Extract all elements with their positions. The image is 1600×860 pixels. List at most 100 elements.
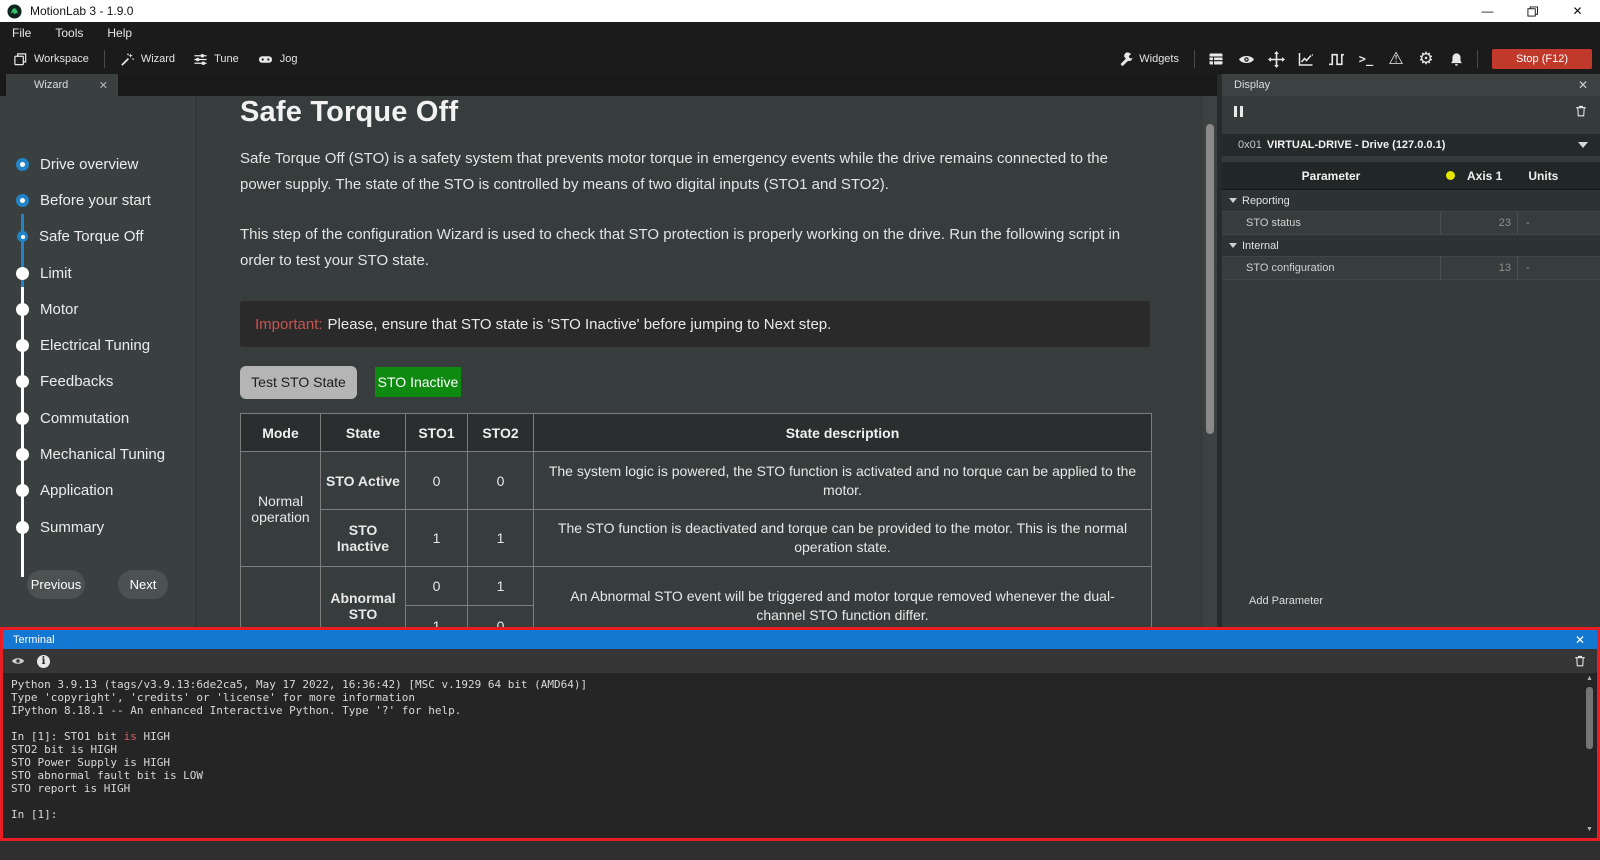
axis-status-dot xyxy=(1446,171,1455,180)
header-state: State xyxy=(321,414,406,452)
terminal-title: Terminal xyxy=(13,634,1575,646)
gear-icon[interactable]: ⚙ xyxy=(1411,46,1441,72)
sidebar-item-motor[interactable]: Motor xyxy=(0,291,195,327)
step-bullet xyxy=(16,484,29,497)
test-sto-state-button[interactable]: Test STO State xyxy=(240,366,357,399)
console-line: Python 3.9.13 (tags/v3.9.13:6de2ca5, May… xyxy=(11,678,1597,691)
mode-cell xyxy=(241,567,321,628)
display-panel-header: Display ✕ xyxy=(1222,74,1600,96)
console-line-blank xyxy=(11,795,1597,808)
device-address: 0x01 xyxy=(1238,139,1262,151)
console-line: STO Power Supply is HIGH xyxy=(11,756,1597,769)
state-cell: STO Inactive xyxy=(321,510,406,567)
sto2-cell: 0 xyxy=(468,606,534,628)
tab-wizard[interactable]: Wizard ✕ xyxy=(6,74,118,96)
tune-button[interactable]: Tune xyxy=(184,46,248,72)
column-axis: Axis 1 xyxy=(1467,169,1502,183)
eye-widget-icon[interactable] xyxy=(1231,46,1261,72)
previous-button[interactable]: Previous xyxy=(27,570,85,599)
scrollbar-thumb[interactable] xyxy=(1586,687,1593,749)
gamepad-icon xyxy=(257,52,274,67)
menu-help[interactable]: Help xyxy=(95,22,144,44)
warning-widget-icon[interactable]: ⚠ xyxy=(1381,46,1411,72)
trash-icon[interactable] xyxy=(1574,104,1588,118)
terminal-header[interactable]: Terminal ✕ xyxy=(3,630,1597,649)
header-mode: Mode xyxy=(241,414,321,452)
bell-icon[interactable] xyxy=(1441,46,1471,72)
sidebar-item-electrical-tuning[interactable]: Electrical Tuning xyxy=(0,327,195,363)
info-icon[interactable]: i xyxy=(37,655,50,668)
scrollbar-thumb[interactable] xyxy=(1206,124,1214,434)
scroll-up-icon[interactable]: ▲ xyxy=(1583,673,1596,685)
workspace-icon xyxy=(13,52,28,67)
description-cell: The system logic is powered, the STO fun… xyxy=(534,452,1152,510)
restore-button[interactable] xyxy=(1510,0,1555,22)
terminal-close-icon[interactable]: ✕ xyxy=(1575,633,1585,647)
group-reporting[interactable]: Reporting xyxy=(1222,190,1600,212)
step-bullet xyxy=(16,303,29,316)
state-cell: Abnormal STO xyxy=(321,567,406,628)
sidebar-item-safe-torque-off[interactable]: Safe Torque Off xyxy=(0,219,195,255)
parameter-value: 13 xyxy=(1440,257,1517,279)
terminal-widget-icon[interactable]: >_ xyxy=(1351,46,1381,72)
sto1-cell: 1 xyxy=(406,510,468,567)
menu-file[interactable]: File xyxy=(0,22,43,44)
minimize-button[interactable]: — xyxy=(1465,0,1510,22)
table-row: Normal operation STO Active 0 0 The syst… xyxy=(241,452,1152,510)
tab-close-icon[interactable]: ✕ xyxy=(99,79,108,92)
terminal-trash-icon[interactable] xyxy=(1573,654,1587,668)
sidebar-item-summary[interactable]: Summary xyxy=(0,509,195,545)
sidebar-item-application[interactable]: Application xyxy=(0,473,195,509)
console-line: STO2 bit is HIGH xyxy=(11,743,1597,756)
workspace-button[interactable]: Workspace xyxy=(4,46,98,72)
keyword-is: is xyxy=(124,730,137,743)
header-sto2: STO2 xyxy=(468,414,534,452)
sto-status-badge: STO Inactive xyxy=(375,367,461,397)
widgets-button[interactable]: Widgets xyxy=(1110,46,1188,72)
main-scrollbar[interactable] xyxy=(1203,96,1217,627)
add-parameter-button[interactable]: Add Parameter xyxy=(1249,595,1323,607)
sidebar-item-limit[interactable]: Limit xyxy=(0,255,195,291)
stop-button[interactable]: Stop (F12) xyxy=(1492,49,1592,69)
console-prompt[interactable]: In [1]: xyxy=(11,808,1597,821)
sidebar-item-drive-overview[interactable]: Drive overview xyxy=(0,146,195,182)
next-button[interactable]: Next xyxy=(118,570,168,599)
parameter-row-sto-configuration[interactable]: STO configuration 13 - xyxy=(1222,257,1600,280)
sidebar-item-commutation[interactable]: Commutation xyxy=(0,400,195,436)
move-widget-icon[interactable] xyxy=(1261,46,1291,72)
sidebar-item-before-your-start[interactable]: Before your start xyxy=(0,182,195,218)
device-selector[interactable]: 0x01 VIRTUAL-DRIVE - Drive (127.0.0.1) xyxy=(1222,134,1600,156)
sidebar-item-feedbacks[interactable]: Feedbacks xyxy=(0,364,195,400)
state-cell: STO Active xyxy=(321,452,406,510)
step-bullet xyxy=(16,521,29,534)
sto1-cell: 1 xyxy=(406,606,468,628)
collapse-triangle-icon xyxy=(1229,198,1237,203)
sidebar-item-mechanical-tuning[interactable]: Mechanical Tuning xyxy=(0,436,195,472)
wizard-button[interactable]: Wizard xyxy=(111,46,184,72)
jog-button[interactable]: Jog xyxy=(248,46,307,72)
pause-icon[interactable] xyxy=(1234,106,1246,117)
eye-icon[interactable] xyxy=(11,654,25,668)
menu-tools[interactable]: Tools xyxy=(43,22,95,44)
group-internal[interactable]: Internal xyxy=(1222,235,1600,257)
step-bullet xyxy=(16,375,29,388)
scroll-down-icon[interactable]: ▼ xyxy=(1583,824,1596,836)
jog-label: Jog xyxy=(280,53,298,65)
toolbar-divider xyxy=(104,50,105,68)
display-close-icon[interactable]: ✕ xyxy=(1578,78,1588,92)
restore-icon xyxy=(1527,6,1538,17)
chart-widget-icon[interactable] xyxy=(1291,46,1321,72)
important-text: Please, ensure that STO state is 'STO In… xyxy=(328,316,832,333)
column-parameter: Parameter xyxy=(1222,169,1440,183)
console-line: IPython 8.18.1 -- An enhanced Interactiv… xyxy=(11,704,1597,717)
console-line: STO abnormal fault bit is LOW xyxy=(11,769,1597,782)
terminal-scrollbar[interactable]: ▲ ▼ xyxy=(1583,673,1596,838)
square-wave-icon[interactable] xyxy=(1321,46,1351,72)
description-cell: The STO function is deactivated and torq… xyxy=(534,510,1152,567)
table-widget-icon[interactable] xyxy=(1201,46,1231,72)
close-button[interactable]: ✕ xyxy=(1555,0,1600,22)
display-toolbar xyxy=(1222,96,1600,126)
parameter-row-sto-status[interactable]: STO status 23 - xyxy=(1222,212,1600,235)
sliders-icon xyxy=(193,52,208,67)
terminal-console[interactable]: Python 3.9.13 (tags/v3.9.13:6de2ca5, May… xyxy=(3,673,1597,838)
